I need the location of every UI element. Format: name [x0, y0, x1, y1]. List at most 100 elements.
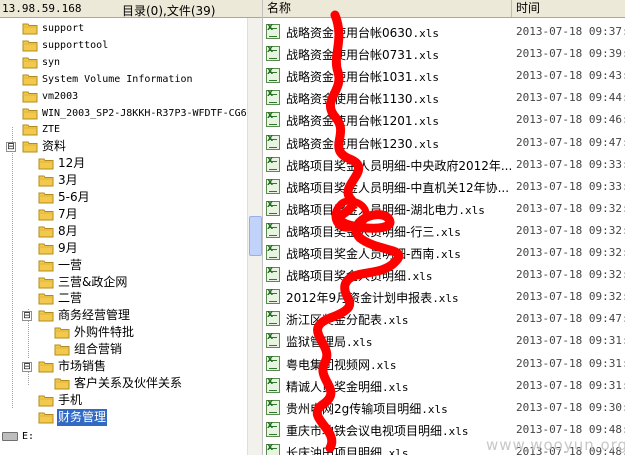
- tree-folder-label: 7月: [58, 206, 78, 221]
- file-row[interactable]: 战略项目奖金人员明细-中央政府2012年...2013-07-18 09:33:…: [263, 154, 625, 176]
- tree-folder-label: System Volume Information: [42, 73, 193, 85]
- tree-folder[interactable]: vm2003: [0, 88, 247, 105]
- file-extension: .xls: [432, 292, 459, 306]
- file-row[interactable]: 战略项目奖金人员明细.xls 2013-07-18 09:32:0: [263, 264, 625, 286]
- drive-e[interactable]: E:: [0, 428, 60, 445]
- file-time: 2013-07-18 09:31:4: [516, 378, 625, 392]
- tree-folder[interactable]: 一营: [0, 257, 247, 274]
- file-row[interactable]: 战略资金使用台帐0731.xls 2013-07-18 09:39:3: [263, 43, 625, 65]
- file-row[interactable]: 战略项目奖金人员明细-行三.xls 2013-07-18 09:32:2: [263, 220, 625, 242]
- file-extension: .xls: [346, 336, 373, 350]
- folder-icon: [22, 124, 38, 136]
- folder-icon: [38, 277, 54, 288]
- file-name: 战略资金使用台帐0630.xls: [286, 24, 439, 41]
- file-row[interactable]: 战略资金使用台帐1031.xls 2013-07-18 09:43:3: [263, 65, 625, 87]
- file-name-base: 精诚人员奖金明细: [286, 379, 383, 394]
- tree-folder[interactable]: ZTE: [0, 121, 247, 138]
- file-row[interactable]: 精诚人员奖金明细.xls 2013-07-18 09:31:4: [263, 375, 625, 397]
- file-row[interactable]: 战略资金使用台帐1130.xls 2013-07-18 09:44:4: [263, 87, 625, 109]
- tree-scrollbar[interactable]: [247, 18, 262, 455]
- file-name-base: 战略资金使用台帐1130: [286, 92, 413, 107]
- file-time: 2013-07-18 09:37:5: [516, 25, 625, 38]
- tree-folder[interactable]: 三营&政企网: [0, 274, 247, 291]
- tree-folder[interactable]: supporttool: [0, 37, 247, 54]
- file-name-base: 重庆市地铁会议电视项目明细: [286, 423, 443, 438]
- file-row[interactable]: 战略资金使用台帐0630.xls 2013-07-18 09:37:5: [263, 21, 625, 43]
- tree-folder[interactable]: 5-6月: [0, 189, 247, 206]
- file-row[interactable]: 粤电集团视频网.xls 2013-07-18 09:31:5: [263, 353, 625, 375]
- folder-icon: [54, 378, 70, 390]
- file-row[interactable]: 战略项目奖金人员明细-湖北电力.xls 2013-07-18 09:32:3: [263, 198, 625, 220]
- file-name: 战略资金使用台帐1130.xls: [286, 90, 439, 107]
- file-row[interactable]: 战略项目奖金人员明细-中直机关12年协... 2013-07-18 09:33:1: [263, 176, 625, 198]
- file-name: 监狱管理局.xls: [286, 333, 373, 350]
- tree-folder[interactable]: syn: [0, 54, 247, 71]
- file-name-base: 战略资金使用台帐1201: [286, 114, 413, 129]
- excel-file-icon: [266, 377, 280, 393]
- tree-folder[interactable]: 3月: [0, 172, 247, 189]
- excel-file-icon: [266, 332, 280, 349]
- folder-icon: [38, 243, 54, 255]
- tree-folder[interactable]: ⊟ 资料: [0, 138, 247, 155]
- file-extension: .xls: [434, 248, 461, 261]
- tree-folder-label: 外购件特批: [74, 325, 135, 340]
- tree-folder[interactable]: 外购件特批: [0, 324, 247, 341]
- column-header-name[interactable]: 名称: [263, 0, 512, 17]
- tree-folder[interactable]: 7月: [0, 206, 247, 223]
- collapse-toggle[interactable]: ⊟: [22, 311, 32, 322]
- file-name-base: 战略项目奖金人员明细-西南: [286, 247, 435, 261]
- file-name-base: 长庆油田项目明细: [286, 445, 383, 455]
- column-header-time[interactable]: 时间: [512, 0, 625, 17]
- folder-icon: [38, 293, 54, 305]
- tree-folder[interactable]: ⊟ 商务经营管理: [0, 307, 247, 324]
- tree-folder[interactable]: 财务管理: [0, 408, 247, 426]
- tree-folder[interactable]: 12月: [0, 155, 247, 172]
- file-time: 2013-07-18 09:33:0: [516, 157, 625, 171]
- excel-file-icon: [266, 288, 280, 305]
- file-row[interactable]: 战略资金使用台帐1201.xls 2013-07-18 09:46:0: [263, 109, 625, 131]
- file-row[interactable]: 监狱管理局.xls 2013-07-18 09:31:0: [263, 330, 625, 352]
- file-name-base: 浙江区奖金分配表: [286, 313, 383, 328]
- folder-icon: [38, 310, 54, 322]
- drive-icon: [2, 432, 18, 441]
- file-row[interactable]: 贵州电网2g传输项目明细.xls 2013-07-18 09:30:5: [263, 397, 625, 419]
- tree-folder[interactable]: 8月: [0, 223, 247, 240]
- tree-folder[interactable]: System Volume Information: [0, 71, 247, 88]
- file-name: 2012年9月资金计划申报表.xls: [286, 289, 459, 306]
- file-name-base: 粤电集团视频网: [286, 357, 371, 372]
- file-time: 2013-07-18 09:31:0: [516, 334, 625, 348]
- file-row[interactable]: 2012年9月资金计划申报表.xls 2013-07-18 09:32:1: [263, 286, 625, 308]
- collapse-toggle[interactable]: ⊟: [22, 362, 32, 372]
- file-row[interactable]: 战略资金使用台帐1230.xls 2013-07-18 09:47:0: [263, 132, 625, 154]
- file-name: 战略资金使用台帐1230.xls: [286, 135, 439, 152]
- file-time: 2013-07-18 09:48:1: [516, 422, 625, 436]
- excel-file-icon: [266, 67, 280, 84]
- watermark: www.wooyun.org: [486, 436, 625, 454]
- file-name: 贵州电网2g传输项目明细.xls: [286, 400, 448, 417]
- tree-folder[interactable]: 9月: [0, 240, 247, 257]
- folder-icon: [38, 395, 54, 407]
- excel-file-icon: [266, 23, 280, 39]
- tree-folder[interactable]: WIN_2003_SP2-J8KKH-R37P3-WFDTF-CG68: [0, 105, 247, 122]
- file-row[interactable]: 战略项目奖金人员明细-西南.xls 2013-07-18 09:32:4: [263, 242, 625, 264]
- tree-folder[interactable]: 二营: [0, 290, 247, 307]
- file-name: 重庆市地铁会议电视项目明细.xls: [286, 422, 469, 439]
- folder-icon: [22, 108, 38, 119]
- tree-folder-label: 9月: [58, 240, 78, 255]
- file-name: 粤电集团视频网.xls: [286, 356, 397, 373]
- tree-folder[interactable]: 手机: [0, 392, 247, 409]
- file-name-base: 贵州电网2g传输项目明细: [286, 401, 422, 416]
- tree-folder[interactable]: ⊟ 市场销售: [0, 358, 247, 375]
- collapse-toggle[interactable]: ⊟: [6, 142, 16, 153]
- folder-icon: [38, 175, 54, 187]
- excel-file-icon: [266, 156, 280, 172]
- scrollbar-thumb[interactable]: [249, 216, 262, 256]
- excel-file-icon: [266, 111, 280, 128]
- tree-folder[interactable]: support: [0, 20, 247, 37]
- file-row[interactable]: 浙江区奖金分配表.xls 2013-07-18 09:47:3: [263, 308, 625, 330]
- file-time: 2013-07-18 09:33:1: [516, 179, 625, 193]
- tree-folder[interactable]: 组合营销: [0, 341, 247, 358]
- tree-folder-label: syn: [42, 56, 61, 68]
- tree-folder[interactable]: 客户关系及伙伴关系: [0, 375, 247, 392]
- file-time: 2013-07-18 09:32:0: [516, 268, 625, 282]
